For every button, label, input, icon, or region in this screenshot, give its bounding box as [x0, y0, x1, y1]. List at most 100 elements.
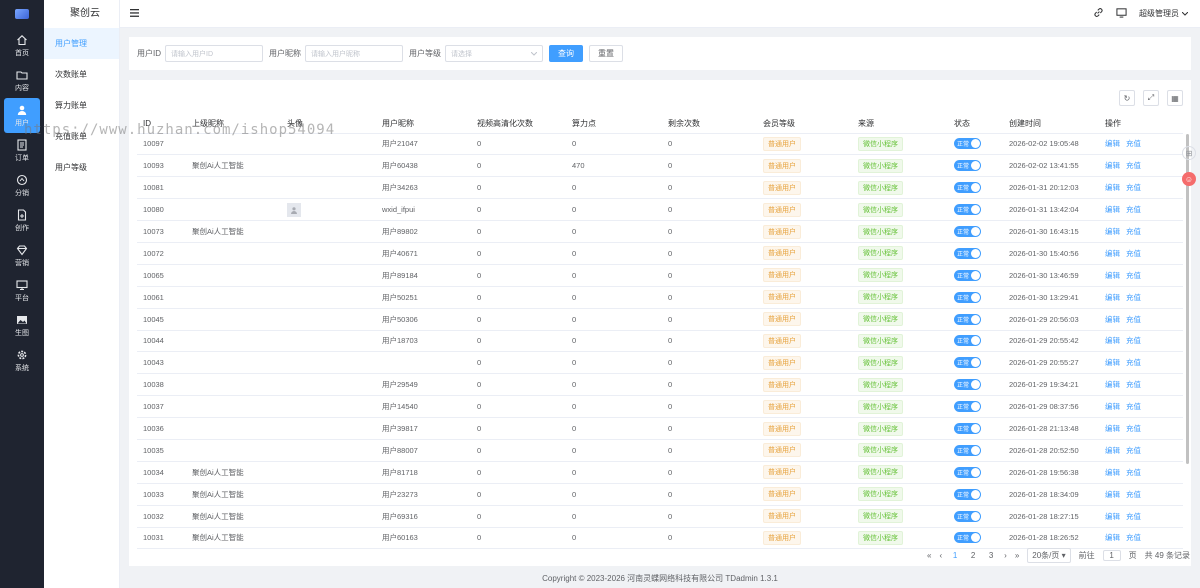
cell-source: 微信小程序	[852, 286, 948, 309]
next-page-icon[interactable]: ›	[1004, 551, 1007, 560]
nav-item-6[interactable]: 营销	[0, 238, 44, 273]
edit-button[interactable]: 编辑	[1105, 358, 1120, 367]
screen-icon[interactable]	[1116, 7, 1127, 20]
recharge-button[interactable]: 充值	[1126, 380, 1141, 389]
recharge-button[interactable]: 充值	[1126, 468, 1141, 477]
cell-level: 普通用户	[757, 308, 852, 331]
columns-icon[interactable]: ▦	[1167, 90, 1183, 106]
status-switch[interactable]: 正常	[954, 138, 981, 150]
nav-item-5[interactable]: 创作	[0, 203, 44, 238]
edit-button[interactable]: 编辑	[1105, 380, 1120, 389]
query-button[interactable]: 查询	[549, 45, 583, 62]
edit-button[interactable]: 编辑	[1105, 139, 1120, 148]
recharge-button[interactable]: 充值	[1126, 205, 1141, 214]
user-id-input[interactable]: 请输入用户ID	[165, 45, 263, 62]
edit-button[interactable]: 编辑	[1105, 424, 1120, 433]
edit-button[interactable]: 编辑	[1105, 512, 1120, 521]
nickname-input[interactable]: 请输入用户昵称	[305, 45, 403, 62]
recharge-button[interactable]: 充值	[1126, 336, 1141, 345]
recharge-button[interactable]: 充值	[1126, 512, 1141, 521]
status-switch[interactable]: 正常	[954, 335, 981, 347]
edit-button[interactable]: 编辑	[1105, 205, 1120, 214]
nav-item-4[interactable]: 分销	[0, 168, 44, 203]
fullscreen-icon[interactable]: ⤢	[1143, 90, 1159, 106]
page-1[interactable]: 1	[950, 551, 960, 560]
recharge-button[interactable]: 充值	[1126, 139, 1141, 148]
recharge-button[interactable]: 充值	[1126, 183, 1141, 192]
status-switch[interactable]: 正常	[954, 204, 981, 216]
cell-source: 微信小程序	[852, 198, 948, 222]
recharge-button[interactable]: 充值	[1126, 446, 1141, 455]
recharge-button[interactable]: 充值	[1126, 533, 1141, 542]
recharge-button[interactable]: 充值	[1126, 271, 1141, 280]
edit-button[interactable]: 编辑	[1105, 490, 1120, 499]
nav-item-0[interactable]: 首页	[0, 28, 44, 63]
menu-toggle-icon[interactable]	[130, 9, 139, 19]
folder-icon	[16, 69, 28, 81]
status-switch[interactable]: 正常	[954, 291, 981, 303]
edit-button[interactable]: 编辑	[1105, 183, 1120, 192]
edit-button[interactable]: 编辑	[1105, 249, 1120, 258]
nav-item-1[interactable]: 内容	[0, 63, 44, 98]
recharge-button[interactable]: 充值	[1126, 315, 1141, 324]
cell-power: 0	[566, 198, 662, 222]
goto-input[interactable]: 1	[1102, 550, 1121, 561]
column-header: 算力点	[566, 114, 662, 134]
recharge-button[interactable]: 充值	[1126, 227, 1141, 236]
recharge-button[interactable]: 充值	[1126, 424, 1141, 433]
status-switch[interactable]: 正常	[954, 269, 981, 281]
reset-button[interactable]: 重置	[589, 45, 623, 62]
nav-item-9[interactable]: 系统	[0, 343, 44, 378]
recharge-button[interactable]: 充值	[1126, 293, 1141, 302]
edit-button[interactable]: 编辑	[1105, 402, 1120, 411]
last-page-icon[interactable]: »	[1015, 551, 1019, 560]
status-switch[interactable]: 正常	[954, 357, 981, 369]
user-menu[interactable]: 超级管理员	[1139, 8, 1188, 19]
status-switch[interactable]: 正常	[954, 313, 981, 325]
edit-button[interactable]: 编辑	[1105, 161, 1120, 170]
edit-button[interactable]: 编辑	[1105, 533, 1120, 542]
refresh-icon[interactable]: ↻	[1119, 90, 1135, 106]
status-switch[interactable]: 正常	[954, 444, 981, 456]
level-select[interactable]: 请选择	[445, 45, 543, 62]
assistant-icon[interactable]: ☺	[1182, 172, 1196, 186]
nav-item-7[interactable]: 平台	[0, 273, 44, 308]
recharge-button[interactable]: 充值	[1126, 249, 1141, 258]
recharge-button[interactable]: 充值	[1126, 161, 1141, 170]
status-switch[interactable]: 正常	[954, 160, 981, 172]
status-switch[interactable]: 正常	[954, 488, 981, 500]
recharge-button[interactable]: 充值	[1126, 490, 1141, 499]
link-icon[interactable]	[1093, 7, 1104, 20]
recharge-button[interactable]: 充值	[1126, 402, 1141, 411]
edit-button[interactable]: 编辑	[1105, 271, 1120, 280]
edit-button[interactable]: 编辑	[1105, 293, 1120, 302]
status-switch[interactable]: 正常	[954, 423, 981, 435]
page-size-select[interactable]: 20条/页 ▾	[1027, 548, 1071, 563]
edit-button[interactable]: 编辑	[1105, 336, 1120, 345]
status-switch[interactable]: 正常	[954, 226, 981, 237]
status-switch[interactable]: 正常	[954, 532, 981, 544]
cell-actions: 编辑 充值	[1099, 373, 1183, 397]
first-page-icon[interactable]: «	[927, 551, 931, 560]
subnav-item-4[interactable]: 用户等级	[44, 152, 119, 183]
status-switch[interactable]: 正常	[954, 379, 981, 391]
recharge-button[interactable]: 充值	[1126, 358, 1141, 367]
edit-button[interactable]: 编辑	[1105, 227, 1120, 236]
status-switch[interactable]: 正常	[954, 247, 981, 259]
subnav-item-2[interactable]: 算力账单	[44, 90, 119, 121]
status-switch[interactable]: 正常	[954, 466, 981, 478]
subnav-item-0[interactable]: 用户管理	[44, 28, 119, 59]
page-3[interactable]: 3	[986, 551, 996, 560]
status-switch[interactable]: 正常	[954, 510, 981, 522]
status-switch[interactable]: 正常	[954, 182, 981, 194]
edit-button[interactable]: 编辑	[1105, 315, 1120, 324]
edit-button[interactable]: 编辑	[1105, 468, 1120, 477]
page-2[interactable]: 2	[968, 551, 978, 560]
nav-item-8[interactable]: 生图	[0, 308, 44, 343]
subnav-item-1[interactable]: 次数账单	[44, 59, 119, 90]
nav-item-3[interactable]: 订单	[0, 133, 44, 168]
edit-button[interactable]: 编辑	[1105, 446, 1120, 455]
grid-tool-icon[interactable]: ⊞	[1182, 146, 1196, 160]
status-switch[interactable]: 正常	[954, 401, 981, 413]
prev-page-icon[interactable]: ‹	[939, 551, 942, 560]
